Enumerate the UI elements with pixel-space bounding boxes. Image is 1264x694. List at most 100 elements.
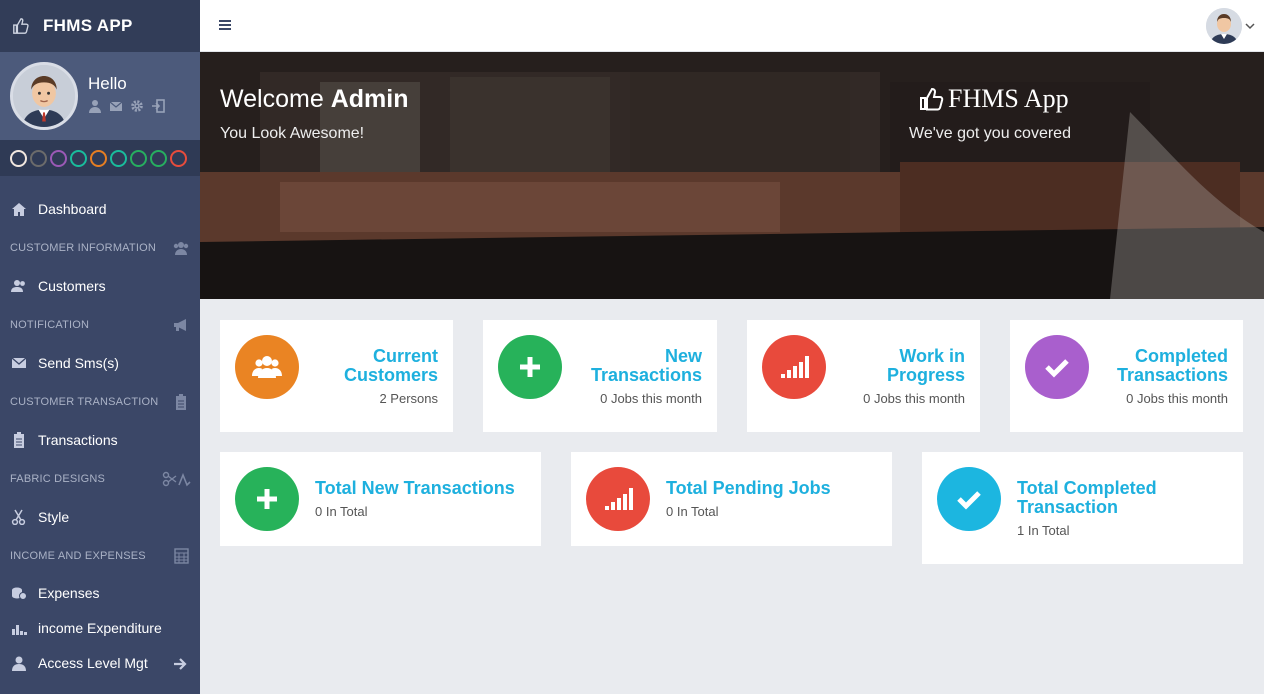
coins-icon bbox=[12, 587, 27, 600]
stat-title: Work in Progress bbox=[886, 346, 965, 385]
top-bar bbox=[200, 0, 1264, 52]
theme-swatch[interactable] bbox=[130, 149, 147, 167]
section-header-fabric-designs: FABRIC DESIGNS bbox=[0, 459, 200, 498]
stat-subtitle: 1 In Total bbox=[1017, 523, 1070, 538]
profile-actions bbox=[88, 99, 165, 113]
home-icon bbox=[12, 203, 26, 216]
stat-card-new-transactions[interactable]: New Transactions 0 Jobs this month bbox=[483, 320, 717, 432]
theme-swatches bbox=[0, 140, 200, 176]
hamburger-menu-icon[interactable] bbox=[219, 19, 233, 31]
theme-swatch[interactable] bbox=[30, 149, 47, 167]
sidebar-item-label: Dashboard bbox=[38, 201, 107, 217]
stat-card-completed-transactions[interactable]: Completed Transactions 0 Jobs this month bbox=[1010, 320, 1243, 432]
welcome-username: Admin bbox=[330, 85, 409, 113]
stat-icon-circle bbox=[498, 335, 562, 399]
sidebar-item-label: income Expenditure bbox=[38, 619, 162, 636]
brand-bar[interactable]: FHMS APP bbox=[0, 0, 200, 52]
sidebar-item-income-expenditure[interactable]: income Expenditure bbox=[0, 610, 200, 645]
theme-swatch[interactable] bbox=[170, 149, 187, 167]
stat-subtitle: 0 In Total bbox=[666, 504, 719, 519]
theme-swatch[interactable] bbox=[110, 149, 127, 167]
users-icon bbox=[173, 242, 189, 255]
sidebar-item-dashboard[interactable]: Dashboard bbox=[0, 190, 200, 228]
theme-swatch[interactable] bbox=[50, 149, 67, 167]
clipboard-icon bbox=[176, 394, 186, 410]
user-icon bbox=[12, 656, 26, 671]
calculator-icon bbox=[174, 548, 189, 564]
scissors-icon bbox=[162, 471, 191, 487]
sidebar-item-label: Expenses bbox=[38, 584, 100, 601]
clipboard-icon bbox=[14, 432, 24, 448]
welcome-text: Welcome bbox=[220, 85, 324, 113]
thumbs-up-icon bbox=[13, 18, 29, 34]
stat-icon-circle bbox=[1025, 335, 1089, 399]
stat-icon-circle bbox=[586, 467, 650, 531]
sign-out-icon[interactable] bbox=[151, 99, 165, 113]
stat-subtitle: 2 Persons bbox=[379, 391, 438, 406]
signal-bars-icon bbox=[605, 488, 633, 510]
envelope-icon[interactable] bbox=[109, 99, 123, 113]
section-header-customer-transaction: CUSTOMER TRANSACTION bbox=[0, 382, 200, 421]
theme-swatch[interactable] bbox=[150, 149, 167, 167]
envelope-icon bbox=[11, 357, 27, 368]
welcome-banner: Welcome Admin You Look Awesome! FHMS App… bbox=[200, 52, 1264, 299]
stat-title: New Transactions bbox=[590, 346, 702, 385]
plus-icon bbox=[257, 489, 277, 509]
stat-card-total-new-transactions[interactable]: Total New Transactions 0 In Total bbox=[220, 452, 541, 546]
users-icon bbox=[252, 356, 282, 378]
check-icon bbox=[957, 491, 981, 510]
banner-brand-name: FHMS App bbox=[948, 84, 1069, 113]
stat-icon-circle bbox=[762, 335, 826, 399]
sidebar-item-customers[interactable]: Customers bbox=[0, 267, 200, 305]
sidebar-item-send-sms[interactable]: Send Sms(s) bbox=[0, 344, 200, 382]
scissors-icon bbox=[11, 509, 26, 525]
section-label: CUSTOMER INFORMATION bbox=[10, 241, 156, 254]
sidebar-item-label: Transactions bbox=[38, 432, 118, 448]
stat-card-total-completed-transaction[interactable]: Total Completed Transaction 1 In Total bbox=[922, 452, 1243, 564]
sidebar-nav: Dashboard CUSTOMER INFORMATION Customers… bbox=[0, 176, 200, 680]
stat-card-work-in-progress[interactable]: Work in Progress 0 Jobs this month bbox=[747, 320, 980, 432]
sidebar-item-style[interactable]: Style bbox=[0, 498, 200, 536]
banner-brand: FHMS App bbox=[918, 84, 1069, 114]
stat-subtitle: 0 In Total bbox=[315, 504, 368, 519]
section-header-customer-information: CUSTOMER INFORMATION bbox=[0, 228, 200, 267]
bar-chart-icon bbox=[12, 624, 27, 635]
sidebar: FHMS APP Hello Dashboard CUSTOMER INFORM… bbox=[0, 0, 200, 694]
stat-card-current-customers[interactable]: Current Customers 2 Persons bbox=[220, 320, 453, 432]
stat-title: Current Customers bbox=[343, 346, 438, 385]
section-header-income-expenses: INCOME AND EXPENSES bbox=[0, 536, 200, 575]
user-icon[interactable] bbox=[88, 99, 102, 113]
stat-icon-circle bbox=[937, 467, 1001, 531]
stat-icon-circle bbox=[235, 467, 299, 531]
gear-icon[interactable] bbox=[130, 99, 144, 113]
stat-card-total-pending-jobs[interactable]: Total Pending Jobs 0 In Total bbox=[571, 452, 892, 546]
signal-bars-icon bbox=[781, 356, 809, 378]
welcome-tagline: You Look Awesome! bbox=[220, 125, 365, 142]
section-label: CUSTOMER TRANSACTION bbox=[10, 395, 159, 408]
profile-panel: Hello bbox=[0, 52, 200, 140]
banner-covered-text: We've got you covered bbox=[909, 125, 1071, 142]
sidebar-item-expenses[interactable]: Expenses bbox=[0, 575, 200, 610]
sidebar-item-label: Style bbox=[38, 509, 70, 525]
welcome-heading: Welcome Admin bbox=[220, 85, 408, 114]
stat-subtitle: 0 Jobs this month bbox=[1126, 391, 1228, 406]
greeting: Hello bbox=[88, 74, 127, 93]
theme-swatch[interactable] bbox=[70, 149, 87, 167]
section-label: INCOME AND EXPENSES bbox=[10, 549, 146, 562]
thumbs-up-icon bbox=[920, 87, 944, 111]
chevron-down-icon[interactable] bbox=[1245, 21, 1255, 31]
sidebar-item-transactions[interactable]: Transactions bbox=[0, 421, 200, 459]
user-avatar[interactable] bbox=[1206, 8, 1242, 44]
sidebar-item-label: Customers bbox=[38, 278, 106, 294]
stat-title: Total Completed Transaction bbox=[1017, 478, 1157, 517]
stat-icon-circle bbox=[235, 335, 299, 399]
stat-title: Total Pending Jobs bbox=[666, 478, 831, 498]
section-header-notification: NOTIFICATION bbox=[0, 305, 200, 344]
stat-subtitle: 0 Jobs this month bbox=[600, 391, 702, 406]
theme-swatch[interactable] bbox=[90, 149, 107, 167]
theme-swatch[interactable] bbox=[10, 149, 27, 167]
arrow-right-icon bbox=[174, 658, 187, 670]
stat-subtitle: 0 Jobs this month bbox=[863, 391, 965, 406]
sidebar-item-access-level[interactable]: Access Level Mgt bbox=[0, 645, 200, 680]
section-label: FABRIC DESIGNS bbox=[10, 472, 106, 485]
